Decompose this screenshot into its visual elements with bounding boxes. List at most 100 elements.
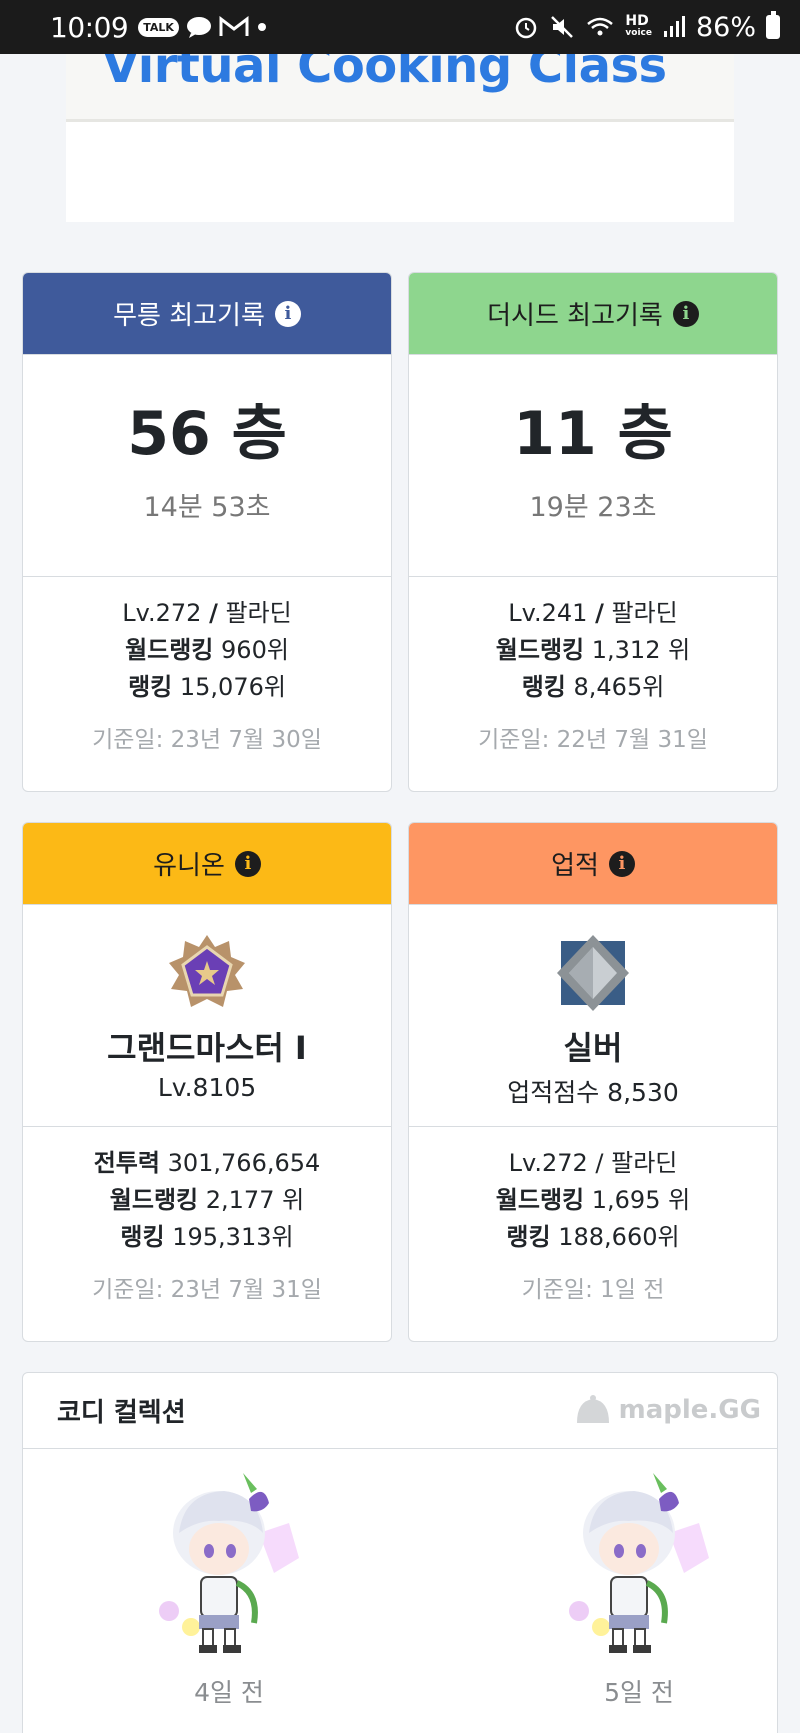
world-rank-label: 월드랭킹	[495, 636, 585, 664]
status-bar: 10:09 TALK HD voice 86%	[0, 0, 800, 54]
separator: /	[595, 599, 604, 627]
rank-label: 랭킹	[521, 673, 566, 701]
union-card-header: 유니온 i	[23, 823, 391, 905]
slime-logo-icon	[576, 1395, 609, 1423]
achievement-title: 업적	[551, 851, 599, 881]
signal-icon	[663, 16, 685, 37]
union-level: Lv.8105	[157, 1073, 257, 1102]
rank-value: 195,313위	[172, 1223, 294, 1251]
ad-banner[interactable]: Virtual Cooking Class	[66, 54, 734, 222]
hd-label: HD	[625, 13, 649, 29]
theseed-details: Lv.241 / 팔라딘 월드랭킹 1,312 위 랭킹 8,465위 기준일:…	[409, 577, 777, 754]
theseed-time: 19분 23초	[529, 492, 657, 523]
ad-banner-image[interactable]: Virtual Cooking Class	[66, 54, 734, 122]
character-avatar[interactable]	[139, 1463, 319, 1663]
theseed-job: 팔라딘	[611, 599, 678, 627]
achievement-card-header: 업적 i	[409, 823, 777, 905]
theseed-card: 더시드 최고기록 i 11 층 19분 23초 Lv.241 / 팔라딘 월드랭…	[408, 272, 778, 792]
power-label: 전투력	[93, 1149, 160, 1177]
voice-label: voice	[625, 28, 652, 38]
power-value: 301,766,654	[167, 1149, 321, 1177]
theseed-floor: 11 층	[513, 399, 673, 469]
mureung-level-line: Lv.272 / 팔라딘	[23, 595, 391, 632]
theseed-record: 11 층 19분 23초	[409, 355, 777, 577]
mureung-job: 팔라딘	[225, 599, 292, 627]
coordi-item[interactable]: 4일 전	[129, 1463, 329, 1709]
union-card: 유니온 i 그랜드마스터 I Lv.8105 전투력 301,766,654 월…	[22, 822, 392, 1342]
battery-icon	[766, 11, 780, 39]
maplegg-watermark: maple.GG	[573, 1393, 761, 1427]
character-avatar[interactable]	[549, 1463, 729, 1663]
theseed-rank: 랭킹 8,465위	[409, 669, 777, 706]
achievement-date: 기준일: 1일 전	[521, 1277, 665, 1303]
chat-bubble-icon	[186, 17, 211, 38]
ad-title[interactable]: Virtual Cooking Class	[102, 54, 667, 94]
union-details: 전투력 301,766,654 월드랭킹 2,177 위 랭킹 195,313위…	[23, 1127, 391, 1304]
mureung-record: 56 층 14분 53초	[23, 355, 391, 577]
achievement-tier: 실버	[563, 1029, 623, 1067]
gmail-icon	[219, 16, 249, 36]
rank-label: 랭킹	[120, 1223, 165, 1251]
coordi-title: 코디 컬렉션	[57, 1398, 186, 1428]
mureung-floor: 56 층	[127, 399, 287, 469]
achievement-tier-area: 실버 업적점수 8,530	[409, 905, 777, 1127]
rank-label: 랭킹	[128, 673, 173, 701]
world-rank-value: 1,312 위	[591, 636, 691, 664]
talk-notification-icon: TALK	[138, 17, 179, 37]
info-icon[interactable]: i	[274, 300, 301, 327]
achievement-score: 업적점수 8,530	[507, 1078, 679, 1107]
mureung-title: 무릉 최고기록	[113, 301, 265, 331]
separator: /	[209, 599, 218, 627]
world-rank-value: 1,695 위	[591, 1186, 691, 1214]
silver-emblem-icon	[557, 935, 629, 1011]
theseed-world-rank: 월드랭킹 1,312 위	[409, 632, 777, 669]
mureung-rank: 랭킹 15,076위	[23, 669, 391, 706]
world-rank-value: 960위	[221, 636, 289, 664]
mureung-date: 기준일: 23년 7월 30일	[92, 727, 322, 753]
union-tier-area: 그랜드마스터 I Lv.8105	[23, 905, 391, 1127]
world-rank-label: 월드랭킹	[495, 1186, 585, 1214]
achievement-world-rank: 월드랭킹 1,695 위	[409, 1182, 777, 1219]
hd-voice-icon: HD voice	[625, 13, 652, 39]
rank-label: 랭킹	[506, 1223, 551, 1251]
mureung-card-header: 무릉 최고기록 i	[23, 273, 391, 355]
union-date: 기준일: 23년 7월 31일	[92, 1277, 322, 1303]
achievement-level: Lv.272 / 팔라딘	[508, 1149, 678, 1177]
mureung-card: 무릉 최고기록 i 56 층 14분 53초 Lv.272 / 팔라딘 월드랭킹…	[22, 272, 392, 792]
wifi-icon	[587, 17, 614, 36]
union-rank: 랭킹 195,313위	[23, 1219, 391, 1256]
union-title: 유니온	[153, 851, 225, 881]
achievement-rank: 랭킹 188,660위	[409, 1219, 777, 1256]
dot-icon	[257, 23, 266, 31]
world-rank-label: 월드랭킹	[109, 1186, 199, 1214]
coordi-collection-header: 코디 컬렉션 maple.GG	[23, 1373, 777, 1449]
info-icon[interactable]: i	[234, 850, 261, 877]
notification-icons: TALK	[138, 15, 269, 39]
theseed-date: 기준일: 22년 7월 31일	[478, 727, 708, 753]
alarm-icon	[516, 17, 537, 39]
info-icon[interactable]: i	[672, 300, 699, 327]
coordi-collection-card: 코디 컬렉션 maple.GG 4일 전 5일 전	[22, 1372, 778, 1733]
union-world-rank: 월드랭킹 2,177 위	[23, 1182, 391, 1219]
mureung-world-rank: 월드랭킹 960위	[23, 632, 391, 669]
rank-value: 188,660위	[558, 1223, 680, 1251]
mureung-level: Lv.272	[122, 599, 202, 627]
coordi-date: 4일 전	[194, 1678, 264, 1707]
rank-value: 8,465위	[573, 673, 665, 701]
info-icon[interactable]: i	[608, 850, 635, 877]
achievement-details: Lv.272 / 팔라딘 월드랭킹 1,695 위 랭킹 188,660위 기준…	[409, 1127, 777, 1304]
watermark-text: maple.GG	[618, 1395, 761, 1425]
mute-icon	[551, 16, 574, 38]
union-tier: 그랜드마스터 I	[107, 1029, 307, 1067]
coordi-date: 5일 전	[604, 1678, 674, 1707]
union-power: 전투력 301,766,654	[23, 1145, 391, 1182]
status-time: 10:09	[50, 10, 129, 44]
theseed-level: Lv.241	[508, 599, 588, 627]
theseed-title: 더시드 최고기록	[487, 301, 663, 331]
theseed-level-line: Lv.241 / 팔라딘	[409, 595, 777, 632]
grandmaster-emblem-icon	[169, 935, 245, 1007]
mureung-time: 14분 53초	[143, 492, 271, 523]
mureung-details: Lv.272 / 팔라딘 월드랭킹 960위 랭킹 15,076위 기준일: 2…	[23, 577, 391, 754]
world-rank-value: 2,177 위	[205, 1186, 305, 1214]
coordi-item[interactable]: 5일 전	[539, 1463, 739, 1709]
